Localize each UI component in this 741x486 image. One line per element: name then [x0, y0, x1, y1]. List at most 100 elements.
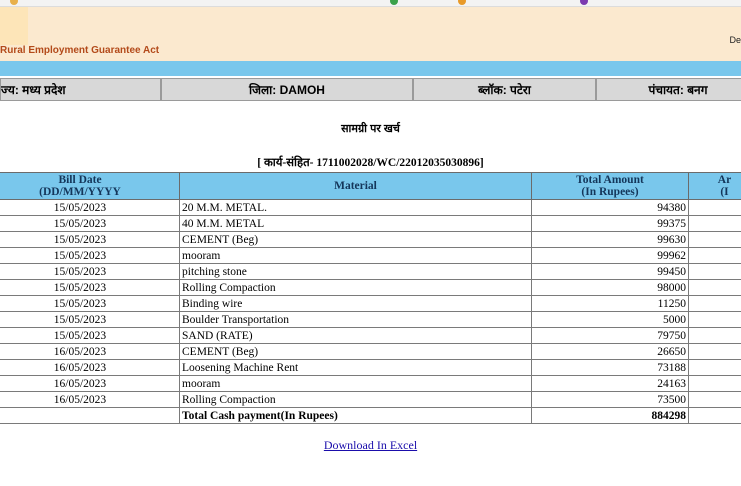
table-row: 15/05/2023 Binding wire 11250: [0, 295, 741, 312]
material-cell: CEMENT (Beg): [179, 231, 532, 248]
empty-cell: [688, 311, 741, 328]
bill-date-cell: 16/05/2023: [0, 391, 180, 408]
amount-cell: 99450: [531, 263, 689, 280]
material-cell: pitching stone: [179, 263, 532, 280]
bill-date-cell: 15/05/2023: [0, 263, 180, 280]
bill-date-cell: 16/05/2023: [0, 343, 180, 360]
bill-date-cell: 16/05/2023: [0, 359, 180, 376]
block-label: ब्लॉक: पटेरा: [413, 78, 596, 101]
table-row: 16/05/2023 mooram 24163: [0, 375, 741, 392]
work-code: [ कार्य-संहित- 1711002028/WC/22012035030…: [257, 157, 484, 169]
bill-date-cell: 15/05/2023: [0, 295, 180, 312]
table-row: 15/05/2023 Rolling Compaction 98000: [0, 279, 741, 296]
table-header-row: Bill Date (DD/MM/YYYY Material Total Amo…: [0, 172, 741, 200]
table-row: 15/05/2023 20 M.M. METAL. 94380: [0, 199, 741, 216]
bill-date-format: (DD/MM/YYYY: [39, 186, 121, 198]
amount-cell: 11250: [531, 295, 689, 312]
material-cell: mooram: [179, 375, 532, 392]
empty-cell: [688, 247, 741, 264]
amount-cell: 5000: [531, 311, 689, 328]
material-cell: mooram: [179, 247, 532, 264]
panchayat-label: पंचायत: बनग: [596, 78, 741, 101]
next-col-label: Ar: [717, 174, 732, 186]
header-date: De: [729, 35, 741, 45]
table-row: 15/05/2023 CEMENT (Beg) 99630: [0, 231, 741, 248]
table-row: 15/05/2023 40 M.M. METAL 99375: [0, 215, 741, 232]
material-cell: 40 M.M. METAL: [179, 215, 532, 232]
download-container: Download In Excel: [0, 438, 741, 453]
material-cell: SAND (RATE): [179, 327, 532, 344]
table-row: 15/05/2023 SAND (RATE) 79750: [0, 327, 741, 344]
bill-date-cell: 15/05/2023: [0, 215, 180, 232]
table-row: 15/05/2023 mooram 99962: [0, 247, 741, 264]
amount-cell: 73188: [531, 359, 689, 376]
page-title: सामग्री पर खर्च: [341, 123, 400, 135]
total-label: Total Cash payment(In Rupees): [179, 407, 532, 424]
empty-cell: [688, 375, 741, 392]
bill-date-cell: 15/05/2023: [0, 231, 180, 248]
amount-cell: 26650: [531, 343, 689, 360]
material-cell: Loosening Machine Rent: [179, 359, 532, 376]
empty-cell: [0, 407, 180, 424]
program-title: Rural Employment Guarantee Act: [0, 45, 160, 56]
total-amount: 884298: [531, 407, 689, 424]
material-cell: Binding wire: [179, 295, 532, 312]
download-excel-link[interactable]: Download In Excel: [324, 438, 417, 452]
empty-cell: [688, 199, 741, 216]
material-cell: Rolling Compaction: [179, 279, 532, 296]
table-row: 15/05/2023 Boulder Transportation 5000: [0, 311, 741, 328]
bookmark-icon[interactable]: [458, 0, 466, 5]
bill-date-cell: 15/05/2023: [0, 327, 180, 344]
site-header-banner: Rural Employment Guarantee Act De: [0, 7, 741, 61]
nav-bar: [0, 61, 741, 76]
empty-cell: [688, 407, 741, 424]
bill-date-cell: 15/05/2023: [0, 279, 180, 296]
empty-cell: [688, 279, 741, 296]
empty-cell: [688, 391, 741, 408]
table-row: 15/05/2023 pitching stone 99450: [0, 263, 741, 280]
total-row: Total Cash payment(In Rupees) 884298: [0, 407, 741, 424]
bill-date-cell: 15/05/2023: [0, 199, 180, 216]
total-amount-label: Total Amount: [576, 174, 644, 186]
browser-toolbar-strip: [0, 0, 741, 7]
bill-date-cell: 15/05/2023: [0, 247, 180, 264]
material-expense-table: Bill Date (DD/MM/YYYY Material Total Amo…: [0, 172, 741, 424]
material-cell: Boulder Transportation: [179, 311, 532, 328]
table-row: 16/05/2023 Loosening Machine Rent 73188: [0, 359, 741, 376]
next-col-unit: (I: [720, 186, 729, 198]
state-label: ज्य: मध्य प्रदेश: [0, 78, 161, 101]
bill-date-cell: 15/05/2023: [0, 311, 180, 328]
total-amount-unit: (In Rupees): [581, 186, 639, 198]
bookmark-icon[interactable]: [10, 0, 18, 5]
amount-cell: 24163: [531, 375, 689, 392]
material-cell: 20 M.M. METAL.: [179, 199, 532, 216]
column-header-next: Ar (I: [688, 172, 741, 200]
column-header-bill-date: Bill Date (DD/MM/YYYY: [0, 172, 180, 200]
amount-cell: 99630: [531, 231, 689, 248]
amount-cell: 99962: [531, 247, 689, 264]
amount-cell: 73500: [531, 391, 689, 408]
amount-cell: 98000: [531, 279, 689, 296]
location-bar: ज्य: मध्य प्रदेश जिला: DAMOH ब्लॉक: पटेर…: [0, 78, 741, 101]
bill-date-cell: 16/05/2023: [0, 375, 180, 392]
empty-cell: [688, 327, 741, 344]
empty-cell: [688, 295, 741, 312]
amount-cell: 79750: [531, 327, 689, 344]
empty-cell: [688, 343, 741, 360]
empty-cell: [688, 215, 741, 232]
bookmark-icon[interactable]: [390, 0, 398, 5]
table-row: 16/05/2023 CEMENT (Beg) 26650: [0, 343, 741, 360]
bookmark-icon[interactable]: [580, 0, 588, 5]
bill-date-label: Bill Date: [58, 174, 102, 186]
table-row: 16/05/2023 Rolling Compaction 73500: [0, 391, 741, 408]
logo: [0, 7, 28, 45]
empty-cell: [688, 263, 741, 280]
empty-cell: [688, 231, 741, 248]
district-label: जिला: DAMOH: [161, 78, 413, 101]
amount-cell: 99375: [531, 215, 689, 232]
amount-cell: 94380: [531, 199, 689, 216]
column-header-material: Material: [179, 172, 532, 200]
material-cell: Rolling Compaction: [179, 391, 532, 408]
empty-cell: [688, 359, 741, 376]
column-header-total-amount: Total Amount (In Rupees): [531, 172, 689, 200]
